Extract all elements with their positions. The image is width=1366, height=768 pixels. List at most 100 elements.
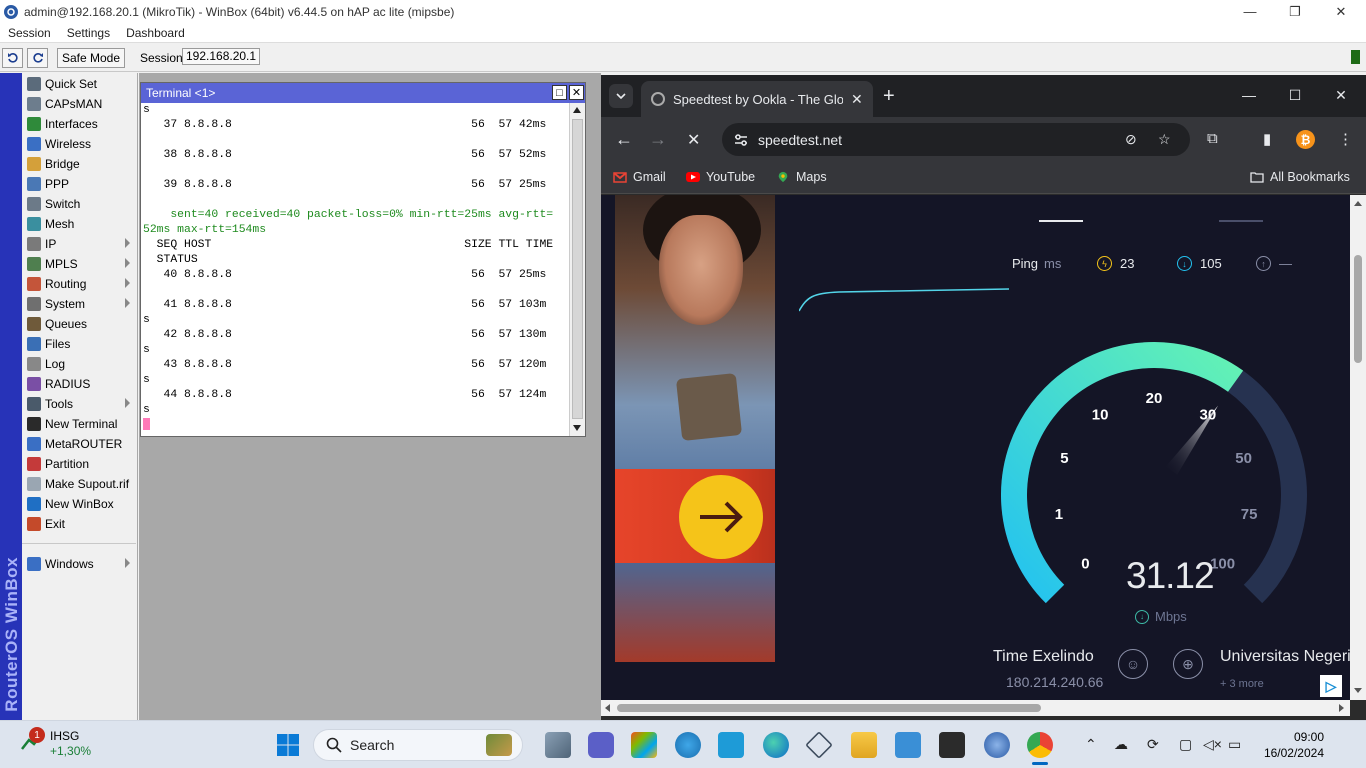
control-panel-icon[interactable]: [895, 732, 921, 758]
new-tab-button[interactable]: +: [883, 85, 895, 108]
sidebar-item-log[interactable]: Log: [22, 354, 136, 374]
tab-speedtest[interactable]: Speedtest by Ookla - The Global Broadban…: [641, 81, 873, 117]
address-bar[interactable]: speedtest.net ⊘ ☆: [722, 123, 1190, 156]
sidebar-item-switch[interactable]: Switch: [22, 194, 136, 214]
chrome-maximize-button[interactable]: ☐: [1272, 83, 1318, 107]
forward-icon[interactable]: →: [649, 129, 667, 150]
safe-mode-button[interactable]: Safe Mode: [57, 47, 125, 68]
extensions-icon[interactable]: ⧉: [1207, 130, 1218, 147]
vertical-scroll-thumb[interactable]: [1354, 255, 1362, 363]
ad-arrow-button[interactable]: [679, 475, 763, 559]
scroll-thumb[interactable]: [572, 119, 583, 419]
l-app-icon[interactable]: [718, 732, 744, 758]
sidebar-item-wireless[interactable]: Wireless: [22, 134, 136, 154]
side-panel-icon[interactable]: ▮: [1263, 130, 1271, 148]
site-info-icon[interactable]: [730, 129, 752, 151]
sidebar-item-system[interactable]: System: [22, 294, 136, 314]
sidebar-item-new-terminal[interactable]: New Terminal: [22, 414, 136, 434]
all-bookmarks[interactable]: All Bookmarks: [1250, 170, 1350, 184]
sidebar-item-interfaces[interactable]: Interfaces: [22, 114, 136, 134]
sidebar-item-routing[interactable]: Routing: [22, 274, 136, 294]
tab-close-icon[interactable]: ✕: [851, 91, 863, 108]
sidebar-item-tools[interactable]: Tools: [22, 394, 136, 414]
server-more-link[interactable]: + 3 more: [1220, 678, 1264, 690]
sidebar-item-quick-set[interactable]: Quick Set: [22, 74, 136, 94]
sidebar-item-make-supout-rif[interactable]: Make Supout.rif: [22, 474, 136, 494]
scroll-left-icon[interactable]: [605, 704, 610, 712]
sidebar-item-metarouter[interactable]: MetaROUTER: [22, 434, 136, 454]
taskbar-search[interactable]: Search: [313, 729, 523, 761]
server-name[interactable]: Universitas Negeri: [1220, 648, 1351, 666]
stop-loading-icon[interactable]: ✕: [687, 130, 700, 150]
sidebar-item-new-winbox[interactable]: New WinBox: [22, 494, 136, 514]
chrome-close-button[interactable]: ✕: [1318, 83, 1364, 107]
edge-icon[interactable]: [763, 732, 789, 758]
tab-search-button[interactable]: [609, 84, 633, 108]
bookmark-gmail[interactable]: Gmail: [613, 170, 666, 184]
tracking-blocked-icon[interactable]: ⊘: [1125, 131, 1137, 148]
start-button[interactable]: [276, 733, 300, 760]
task-view-icon[interactable]: [545, 732, 571, 758]
terminal-maximize-button[interactable]: □: [552, 85, 567, 100]
terminal-close-button[interactable]: ✕: [569, 85, 584, 100]
menu-dots-icon[interactable]: ⋮: [1338, 130, 1353, 148]
scroll-up-icon[interactable]: [1354, 201, 1362, 206]
close-button[interactable]: ✕: [1318, 0, 1364, 23]
back-icon[interactable]: ←: [615, 129, 633, 150]
sidebar-item-capsman[interactable]: CAPsMAN: [22, 94, 136, 114]
sidebar-item-exit[interactable]: Exit: [22, 514, 136, 534]
redo-button[interactable]: [27, 47, 48, 68]
network-icon[interactable]: ▢: [1179, 736, 1192, 753]
menu-session[interactable]: Session: [0, 26, 59, 40]
adchoices-icon[interactable]: ▷: [1320, 675, 1342, 697]
terminal-titlebar[interactable]: Terminal <1> □ ✕: [141, 83, 585, 103]
teams-icon[interactable]: [588, 732, 614, 758]
bookmark-youtube[interactable]: YouTube: [686, 170, 755, 184]
undo-button[interactable]: [2, 47, 23, 68]
advertisement-image[interactable]: [615, 195, 775, 662]
sidebar-item-ip[interactable]: IP: [22, 234, 136, 254]
terminal-scrollbar[interactable]: [569, 103, 585, 436]
user-icon[interactable]: ☺: [1118, 649, 1148, 679]
sidebar-item-ppp[interactable]: PPP: [22, 174, 136, 194]
page-horizontal-scrollbar[interactable]: [601, 700, 1350, 716]
volume-icon[interactable]: ◁×: [1203, 736, 1222, 753]
sidebar-item-mesh[interactable]: Mesh: [22, 214, 136, 234]
virtualbox-icon[interactable]: [805, 731, 833, 759]
menu-settings[interactable]: Settings: [59, 26, 118, 40]
scroll-up-icon[interactable]: [573, 107, 581, 113]
microsoft-store-icon[interactable]: [631, 732, 657, 758]
bookmark-maps[interactable]: Maps: [776, 170, 827, 184]
horizontal-scroll-thumb[interactable]: [617, 704, 1041, 712]
sidebar-item-mpls[interactable]: MPLS: [22, 254, 136, 274]
minimize-button[interactable]: —: [1227, 0, 1273, 23]
sidebar-item-windows[interactable]: Windows: [22, 554, 136, 574]
bookmark-star-icon[interactable]: ☆: [1158, 131, 1171, 148]
chrome-taskbar-icon[interactable]: [1027, 732, 1053, 758]
globe-app-icon[interactable]: [675, 732, 701, 758]
bitcoin-extension-icon[interactable]: ₿: [1296, 130, 1315, 149]
tray-overflow-icon[interactable]: ⌃: [1085, 736, 1097, 753]
sidebar-item-partition[interactable]: Partition: [22, 454, 136, 474]
restore-button[interactable]: ❐: [1272, 0, 1318, 23]
sync-icon[interactable]: ⟳: [1147, 736, 1159, 753]
scroll-down-icon[interactable]: [1354, 688, 1362, 693]
globe-icon[interactable]: ⊕: [1173, 649, 1203, 679]
terminal-prompt[interactable]: [143, 418, 569, 433]
sidebar-item-files[interactable]: Files: [22, 334, 136, 354]
sidebar-item-radius[interactable]: RADIUS: [22, 374, 136, 394]
sidebar-item-queues[interactable]: Queues: [22, 314, 136, 334]
terminal-app-icon[interactable]: [939, 732, 965, 758]
terminal-output[interactable]: s 37 8.8.8.8 56 57 42ms 38 8.8.8.8 56 57…: [141, 103, 569, 436]
system-clock[interactable]: 09:00 16/02/2024: [1256, 729, 1324, 761]
battery-icon[interactable]: ▭: [1228, 736, 1241, 753]
chrome-minimize-button[interactable]: —: [1226, 83, 1272, 107]
page-vertical-scrollbar[interactable]: [1350, 195, 1366, 700]
winbox-taskbar-icon[interactable]: [984, 732, 1010, 758]
scroll-down-icon[interactable]: [573, 425, 581, 431]
scroll-right-icon[interactable]: [1339, 704, 1344, 712]
sidebar-item-bridge[interactable]: Bridge: [22, 154, 136, 174]
file-explorer-icon[interactable]: [851, 732, 877, 758]
onedrive-icon[interactable]: ☁: [1114, 736, 1128, 753]
stock-widget[interactable]: 1 IHSG +1,30%: [20, 727, 91, 759]
